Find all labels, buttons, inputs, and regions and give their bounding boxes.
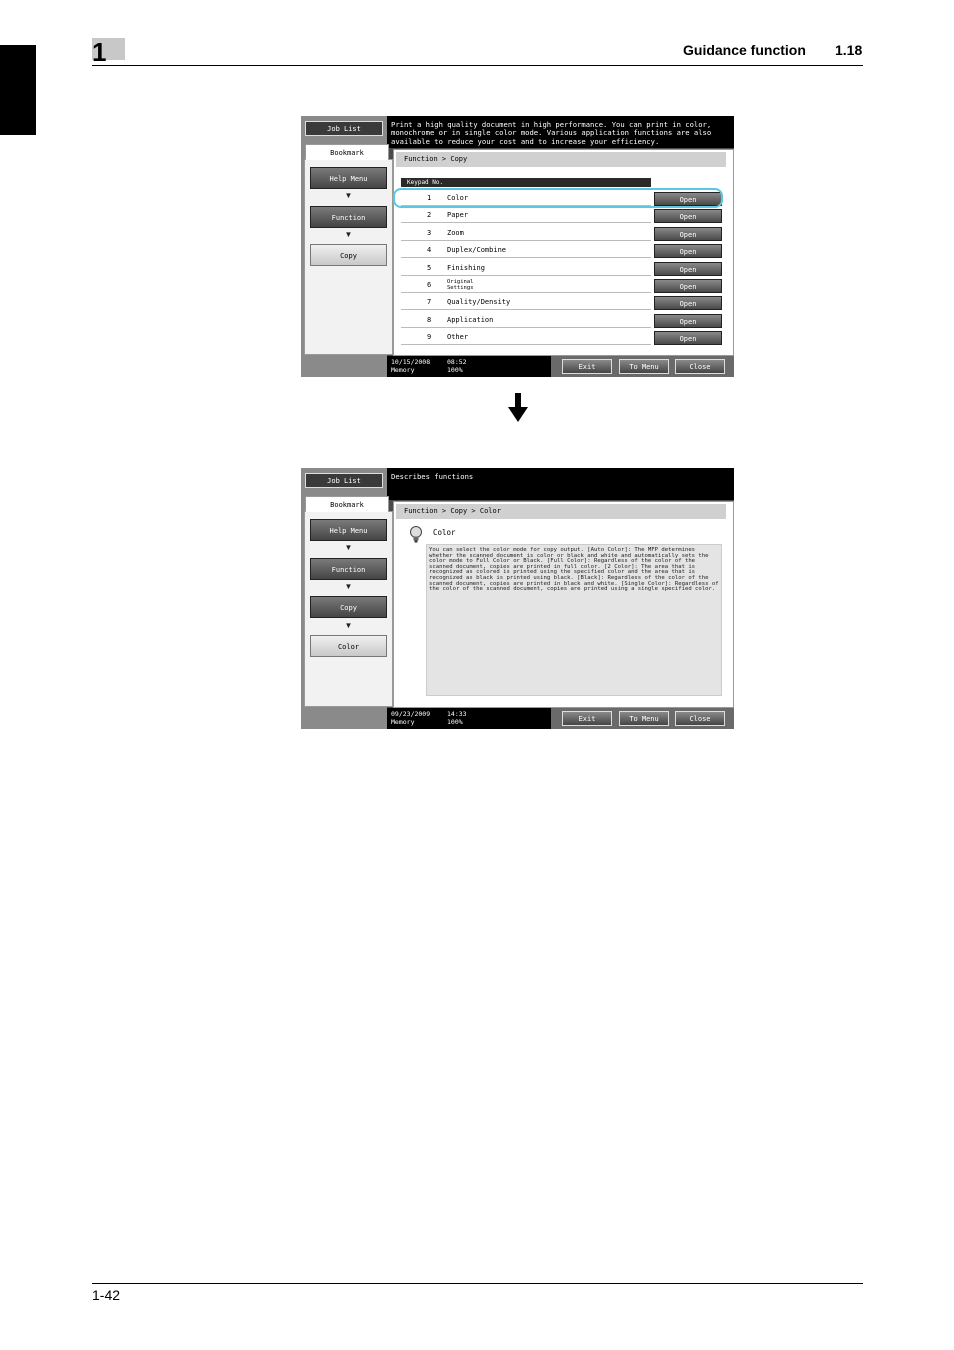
to-menu-button[interactable]: To Menu	[619, 359, 669, 374]
status-left	[301, 356, 387, 377]
list-item[interactable]: 9 Other	[401, 329, 651, 345]
status-left	[301, 708, 387, 729]
status-bar: 10/15/2008 Memory 08:52 100%	[387, 356, 551, 377]
status-memory-value: 100%	[447, 366, 463, 374]
bookmark-tab[interactable]: Bookmark	[305, 144, 389, 160]
job-list-button[interactable]: Job List	[305, 121, 383, 136]
status-memory-label: Memory	[391, 366, 415, 374]
exit-button[interactable]: Exit	[562, 359, 612, 374]
status-memory-label: Memory	[391, 718, 415, 726]
open-button[interactable]: Open	[654, 296, 722, 310]
message-bar: Print a high quality document in high pe…	[387, 116, 734, 148]
help-menu-button[interactable]: Help Menu	[310, 519, 387, 541]
footer-rule	[92, 1283, 863, 1284]
breadcrumb: Function > Copy > Color	[396, 504, 726, 519]
down-arrow-icon: ▼	[344, 191, 353, 200]
list-item[interactable]: 6 Original Settings	[401, 277, 651, 293]
header-section: 1.18	[835, 42, 863, 58]
open-button[interactable]: Open	[654, 331, 722, 345]
color-button[interactable]: Color	[310, 635, 387, 657]
bookmark-tab[interactable]: Bookmark	[305, 496, 389, 512]
keypad-header: Keypad No.	[401, 178, 651, 187]
copy-button[interactable]: Copy	[310, 244, 387, 266]
list-item[interactable]: 8 Application	[401, 312, 651, 328]
screenshot-help-color: Describes functions Job List Bookmark He…	[301, 468, 734, 729]
list-item[interactable]: 3 Zoom	[401, 225, 651, 241]
header-rule	[92, 65, 863, 66]
message-bar: Describes functions	[387, 468, 734, 500]
screenshot-help-menu-copy: Print a high quality document in high pe…	[301, 116, 734, 377]
list-item[interactable]: 2 Paper	[401, 207, 651, 223]
status-time: 08:52	[447, 358, 467, 366]
status-memory-value: 100%	[447, 718, 463, 726]
open-button[interactable]: Open	[654, 262, 722, 276]
header-title: Guidance function	[683, 42, 806, 58]
description-text: You can select the color mode for copy o…	[429, 547, 719, 593]
exit-button[interactable]: Exit	[562, 711, 612, 726]
open-button[interactable]: Open	[654, 227, 722, 241]
list-item[interactable]: 5 Finishing	[401, 260, 651, 276]
down-arrow-icon	[508, 393, 528, 422]
down-arrow-icon: ▼	[344, 582, 353, 591]
down-arrow-icon: ▼	[344, 230, 353, 239]
down-arrow-icon: ▼	[344, 543, 353, 552]
close-button[interactable]: Close	[675, 359, 725, 374]
list-item[interactable]: 7 Quality/Density	[401, 294, 651, 310]
function-button[interactable]: Function	[310, 558, 387, 580]
highlight-frame	[393, 188, 723, 208]
status-date: 10/15/2008	[391, 358, 431, 366]
copy-button[interactable]: Copy	[310, 596, 387, 618]
job-list-button[interactable]: Job List	[305, 473, 383, 488]
to-menu-button[interactable]: To Menu	[619, 711, 669, 726]
chapter-side-tab	[0, 45, 36, 135]
chapter-number: 1	[92, 37, 107, 67]
help-menu-button[interactable]: Help Menu	[310, 167, 387, 189]
status-bar: 09/23/2009 Memory 14:33 100%	[387, 708, 551, 729]
breadcrumb: Function > Copy	[396, 152, 726, 167]
close-button[interactable]: Close	[675, 711, 725, 726]
open-button[interactable]: Open	[654, 244, 722, 258]
down-arrow-icon: ▼	[344, 621, 353, 630]
open-button[interactable]: Open	[654, 279, 722, 293]
open-button[interactable]: Open	[654, 209, 722, 223]
status-date: 09/23/2009	[391, 710, 431, 718]
list-item[interactable]: 4 Duplex/Combine	[401, 242, 651, 258]
lightbulb-icon	[410, 526, 422, 543]
item-title: Color	[433, 528, 456, 537]
status-time: 14:33	[447, 710, 467, 718]
open-button[interactable]: Open	[654, 314, 722, 328]
function-button[interactable]: Function	[310, 206, 387, 228]
page-number: 1-42	[92, 1287, 121, 1303]
